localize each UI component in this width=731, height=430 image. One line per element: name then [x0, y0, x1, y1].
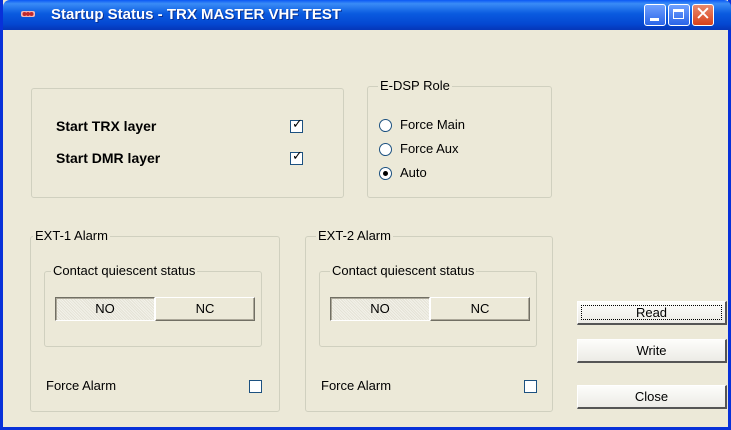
edsp-role-group: E-DSP Role Force Main Force Aux Auto	[367, 78, 552, 198]
ext1-no-button[interactable]: NO	[55, 297, 155, 321]
force-aux-radio[interactable]	[379, 143, 392, 156]
close-icon: ✕	[695, 3, 711, 25]
read-button[interactable]: Read	[577, 301, 727, 325]
maximize-button[interactable]	[668, 4, 690, 26]
ext2-alarm-group: EXT-2 Alarm Contact quiescent status NO …	[305, 228, 553, 412]
layers-group: Start TRX layer ✓ Start DMR layer ✓	[31, 88, 344, 198]
ext2-nc-button[interactable]: NC	[430, 297, 530, 321]
window-title: Startup Status - TRX MASTER VHF TEST	[51, 6, 342, 23]
ext1-alarm-group: EXT-1 Alarm Contact quiescent status NO …	[30, 228, 280, 412]
maximize-icon	[673, 9, 684, 19]
minimize-button[interactable]	[644, 4, 666, 26]
ext2-force-alarm-checkbox[interactable]	[524, 380, 537, 393]
close-button[interactable]: Close	[577, 385, 727, 409]
write-button[interactable]: Write	[577, 339, 727, 363]
title-bar[interactable]: Startup Status - TRX MASTER VHF TEST ✕	[3, 0, 731, 30]
force-main-radio[interactable]	[379, 119, 392, 132]
auto-label[interactable]: Auto	[400, 165, 427, 180]
start-dmr-checkbox[interactable]: ✓	[290, 149, 303, 165]
ext1-contact-group: Contact quiescent status NO NC	[44, 263, 262, 347]
app-icon	[21, 11, 35, 17]
startup-status-window: Startup Status - TRX MASTER VHF TEST ✕ S…	[0, 0, 731, 430]
radio-selected-dot	[383, 171, 388, 176]
ext1-force-alarm-checkbox[interactable]	[249, 380, 262, 393]
ext1-nc-button[interactable]: NC	[155, 297, 255, 321]
ext2-no-button[interactable]: NO	[330, 297, 430, 321]
start-trx-checkbox[interactable]: ✓	[290, 117, 303, 133]
ext2-contact-legend: Contact quiescent status	[330, 263, 477, 278]
ext1-force-alarm-label: Force Alarm	[46, 378, 117, 393]
start-trx-label: Start TRX layer	[56, 118, 157, 134]
start-dmr-label: Start DMR layer	[56, 150, 161, 166]
ext2-force-alarm-label: Force Alarm	[321, 378, 392, 393]
force-aux-label[interactable]: Force Aux	[400, 141, 459, 156]
ext2-contact-group: Contact quiescent status NO NC	[319, 263, 537, 347]
close-window-button[interactable]: ✕	[692, 3, 714, 26]
ext1-alarm-legend: EXT-1 Alarm	[33, 228, 110, 243]
check-icon: ✓	[292, 117, 303, 132]
check-icon: ✓	[292, 149, 303, 164]
ext2-alarm-legend: EXT-2 Alarm	[316, 228, 393, 243]
minimize-icon	[650, 18, 659, 21]
force-main-label[interactable]: Force Main	[400, 117, 465, 132]
ext1-contact-legend: Contact quiescent status	[51, 263, 198, 278]
edsp-role-legend: E-DSP Role	[378, 78, 452, 93]
auto-radio[interactable]	[379, 167, 392, 180]
